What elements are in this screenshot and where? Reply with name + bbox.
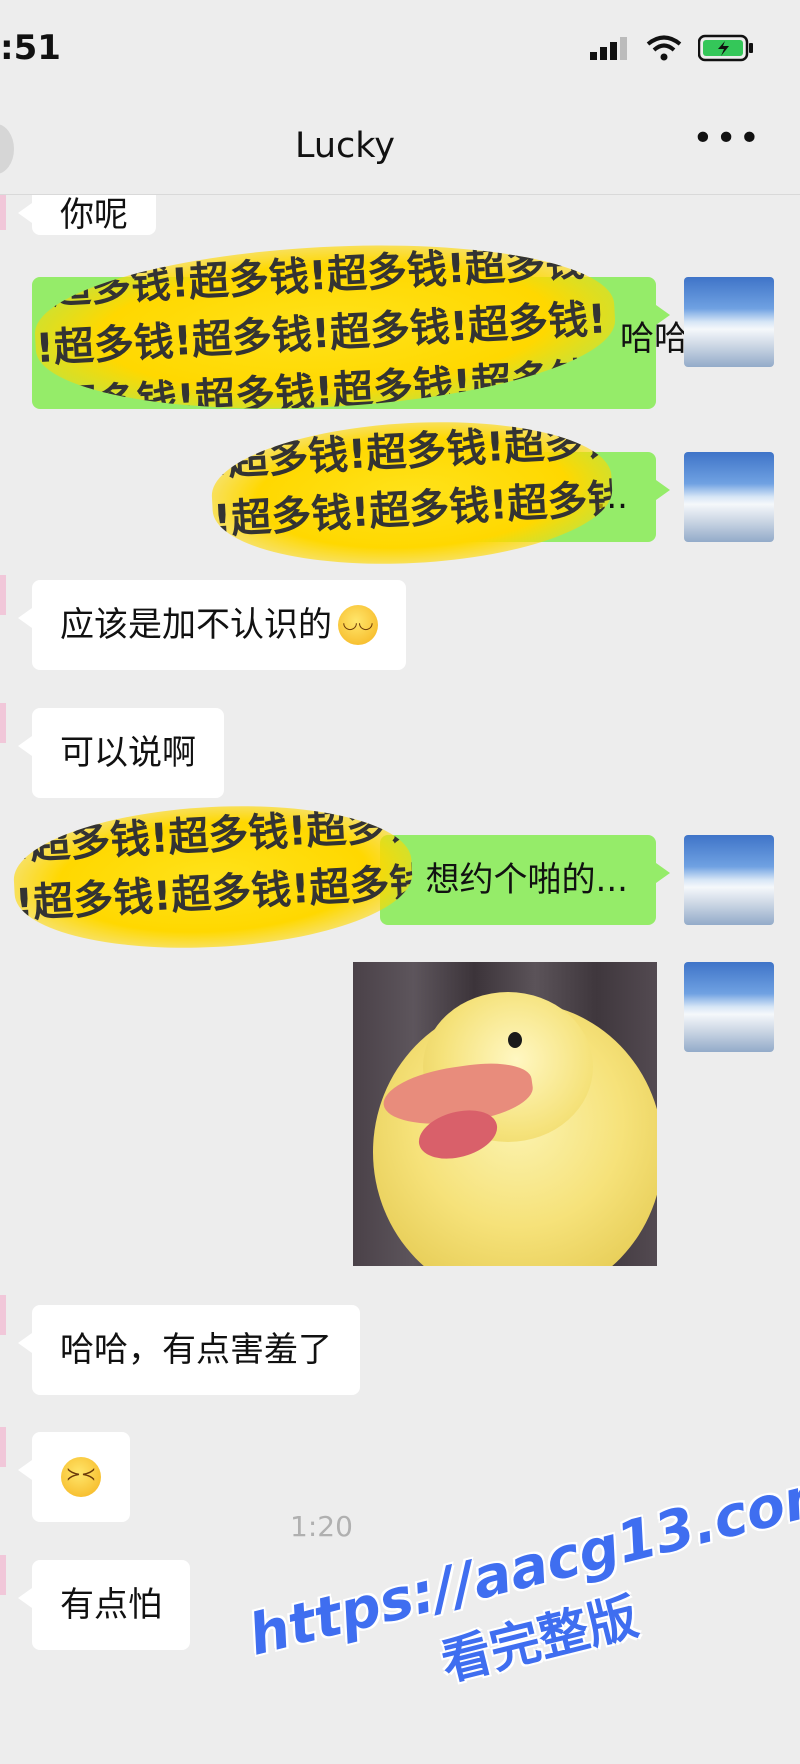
chat-title: Lucky [294, 126, 396, 166]
shy-smile-emoji-icon: ≻≺ [61, 1457, 101, 1497]
avatar[interactable] [684, 452, 774, 542]
status-icons [590, 34, 754, 62]
duck-sticker-image[interactable] [353, 962, 657, 1266]
status-bar: :51 [0, 0, 800, 100]
message-text: 可以说啊 [60, 733, 196, 773]
message-bubble[interactable]: ≻≺ [18, 1432, 130, 1522]
redaction-mosaic: !超多钱!超多钱!超多钱!超多钱! !超多钱!超多钱!超多钱!超多钱! [208, 412, 616, 574]
incoming-marker [0, 575, 6, 615]
message-text: 哈哈 [620, 319, 688, 359]
redaction-mosaic: !超多钱!超多钱!超多钱!超多钱! !超多钱!超多钱!超多钱!超多钱! [10, 796, 416, 958]
avatar[interactable] [684, 835, 774, 925]
incoming-marker [0, 1427, 6, 1467]
message-text: 哈哈，有点害羞了 [60, 1330, 332, 1370]
message-bubble[interactable]: 你呢 [18, 195, 156, 235]
wifi-icon [646, 35, 682, 61]
message-text: 你呢 [60, 195, 128, 235]
chat-header: Lucky ••• [0, 100, 800, 195]
battery-icon [698, 34, 753, 62]
message-bubble[interactable]: 可以说啊 [18, 708, 224, 798]
message-bubble[interactable]: 想约个啪的... [380, 835, 670, 925]
message-timestamp: 1:20 [290, 1510, 353, 1543]
incoming-marker [0, 703, 6, 743]
message-bubble[interactable]: 应该是加不认识的 ◡◡ [18, 580, 406, 670]
avatar[interactable] [684, 277, 774, 367]
message-bubble[interactable]: 哈哈，有点害羞了 [18, 1305, 360, 1395]
duck-eye [508, 1032, 522, 1048]
message-bubble[interactable]: 有点怕 [18, 1560, 190, 1650]
signal-icon [590, 37, 627, 60]
incoming-marker [0, 1295, 6, 1335]
avatar[interactable] [684, 962, 774, 1052]
incoming-marker [0, 195, 6, 230]
message-text: 想约个啪的... [425, 860, 628, 900]
message-text: 应该是加不认识的 [60, 605, 332, 645]
message-text: 有点怕 [60, 1585, 162, 1625]
incoming-marker [0, 1555, 6, 1595]
more-options-button[interactable]: ••• [692, 121, 762, 157]
status-time: :51 [0, 28, 61, 68]
grinning-emoji-icon: ◡◡ [338, 605, 378, 645]
